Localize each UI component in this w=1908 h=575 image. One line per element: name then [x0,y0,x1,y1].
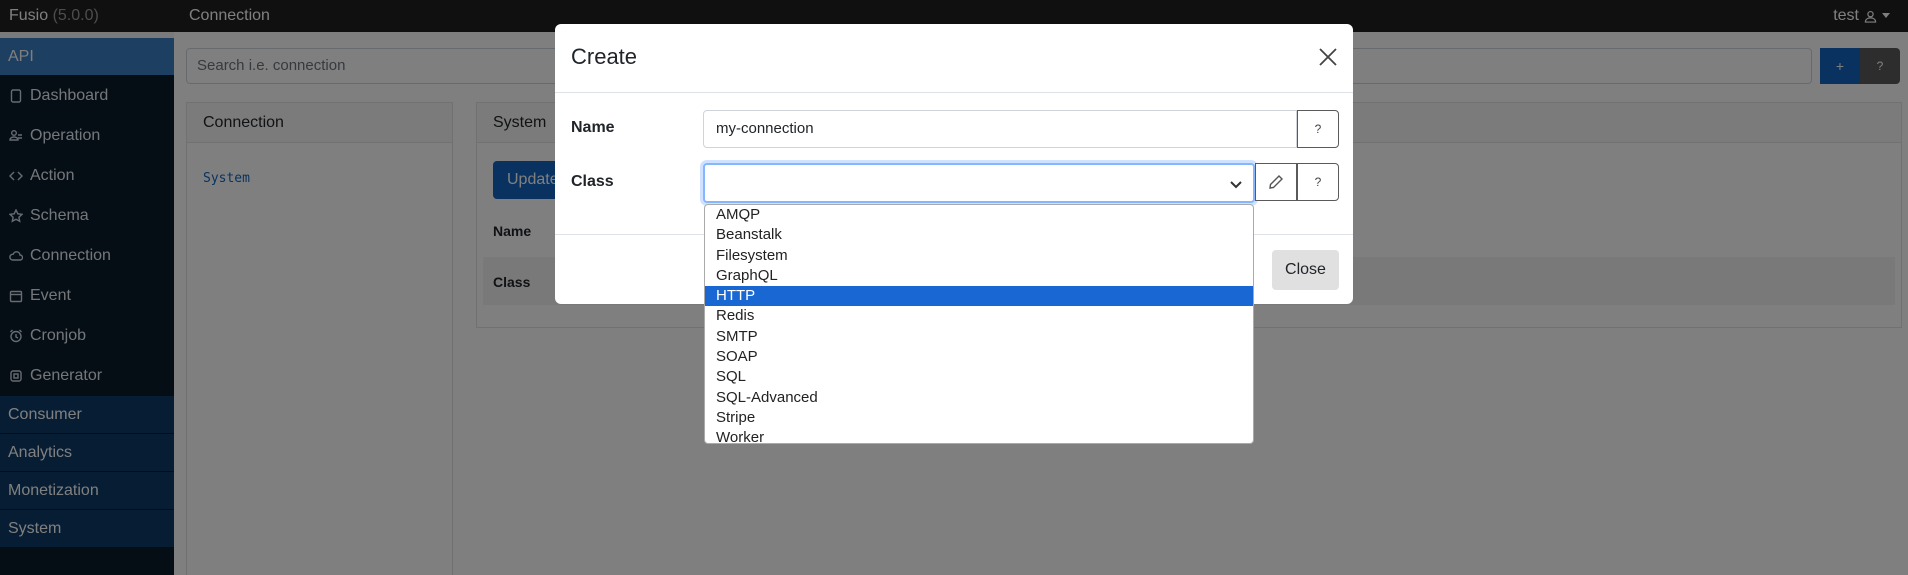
class-option[interactable]: AMQP [705,205,1253,225]
class-help-button[interactable]: ? [1297,163,1339,201]
class-option[interactable]: GraphQL [705,266,1253,286]
class-edit-button[interactable] [1255,163,1297,201]
class-dropdown-list: AMQP Beanstalk Filesystem GraphQL HTTP R… [704,204,1254,446]
class-option[interactable]: SOAP [705,347,1253,367]
modal-title: Create [571,44,638,69]
class-option-highlighted[interactable]: HTTP [705,286,1253,307]
close-button[interactable]: Close [1272,250,1339,290]
class-option[interactable]: Stripe [705,408,1253,428]
class-option[interactable]: Redis [705,306,1253,326]
class-option[interactable]: SQL [705,367,1253,387]
class-option[interactable]: SMTP [705,327,1253,347]
name-input[interactable]: my-connection [703,110,1297,148]
close-icon[interactable] [1317,46,1339,68]
class-option[interactable]: Worker [705,428,1253,448]
class-option[interactable]: Filesystem [705,246,1253,266]
class-label: Class [571,173,614,190]
modal-divider [555,92,1353,93]
class-select[interactable] [703,163,1255,203]
name-label: Name [571,119,615,136]
class-option[interactable]: SQL-Advanced [705,388,1253,408]
chevron-down-icon [1230,181,1242,189]
name-help-button[interactable]: ? [1297,110,1339,148]
class-option[interactable]: Beanstalk [705,225,1253,245]
pencil-icon [1269,175,1283,189]
